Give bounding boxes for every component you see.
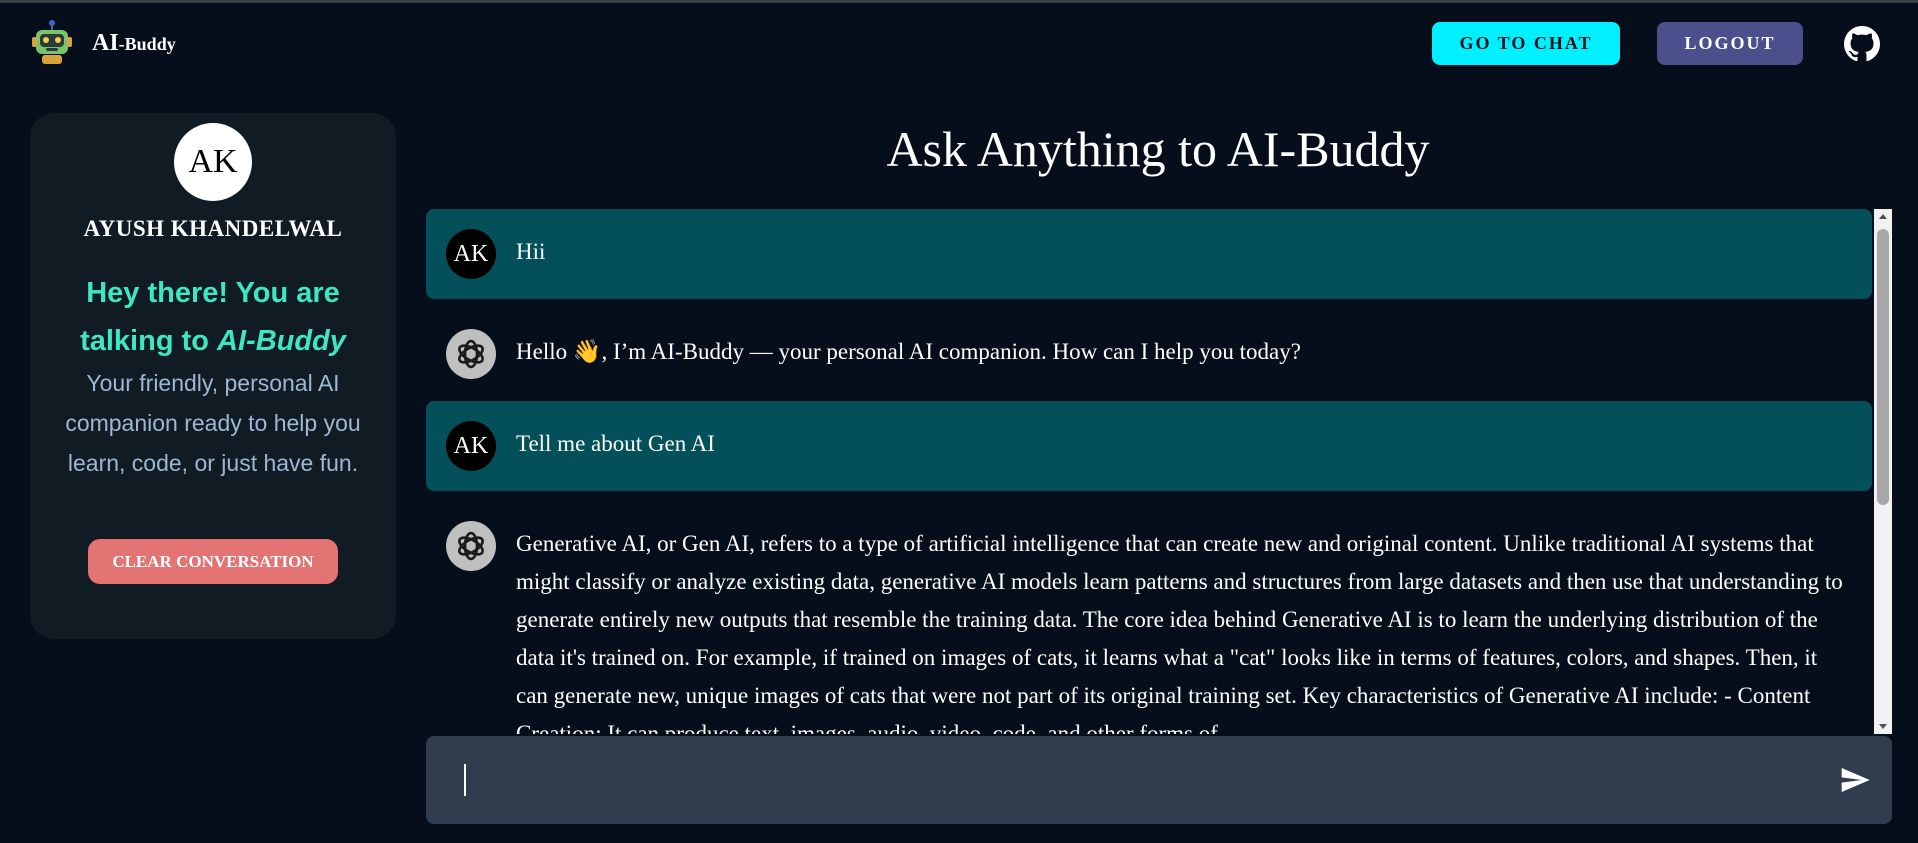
logout-button[interactable]: LOGOUT (1657, 22, 1803, 65)
user-avatar: AK (446, 421, 496, 471)
user-avatar: AK (446, 229, 496, 279)
greeting-emphasis: AI-Buddy (217, 325, 346, 357)
brand-suffix: -Buddy (118, 34, 176, 54)
github-icon[interactable] (1844, 26, 1880, 62)
chat-input-bar (426, 736, 1892, 824)
clear-conversation-button[interactable]: CLEAR CONVERSATION (88, 539, 338, 584)
chat-messages[interactable]: AK Hii Hello 👋, I’m AI-Buddy — your pers… (426, 209, 1872, 734)
brand-name[interactable]: AI-Buddy (92, 30, 176, 57)
text-caret (464, 764, 466, 796)
user-name: AYUSH KHANDELWAL (83, 216, 343, 241)
avatar: AK (174, 123, 252, 201)
message-text: Tell me about Gen AI (516, 431, 715, 456)
openai-icon (446, 521, 496, 571)
message-text: Hello 👋, I’m AI-Buddy — your personal AI… (516, 339, 1301, 364)
page-title: Ask Anything to AI-Buddy (886, 121, 1430, 177)
navbar: AI-Buddy GO TO CHAT LOGOUT (0, 3, 1918, 85)
chat-scrollbar[interactable] (1874, 209, 1892, 734)
tagline: Your friendly, personal AI companion rea… (65, 370, 361, 476)
brand-main: AI (92, 30, 119, 56)
scroll-up-arrow-icon[interactable] (1874, 209, 1892, 225)
send-icon[interactable] (1839, 764, 1871, 796)
profile-sidebar: AK AYUSH KHANDELWAL Hey there! You are t… (30, 113, 396, 639)
go-to-chat-button[interactable]: GO TO CHAT (1432, 22, 1620, 65)
openai-icon (446, 329, 496, 379)
message-text: Generative AI, or Gen AI, refers to a ty… (516, 531, 1843, 734)
message-user: AK Hii (426, 209, 1872, 299)
scroll-down-arrow-icon[interactable] (1874, 718, 1892, 734)
message-bot: Hello 👋, I’m AI-Buddy — your personal AI… (426, 309, 1872, 391)
chat-input[interactable] (460, 752, 1804, 810)
message-bot: Generative AI, or Gen AI, refers to a ty… (426, 501, 1872, 734)
greeting: Hey there! You are talking to AI-Buddy (50, 269, 376, 365)
message-user: AK Tell me about Gen AI (426, 401, 1872, 491)
scroll-thumb[interactable] (1877, 229, 1889, 505)
robot-icon[interactable] (28, 19, 76, 67)
message-text: Hii (516, 239, 546, 264)
